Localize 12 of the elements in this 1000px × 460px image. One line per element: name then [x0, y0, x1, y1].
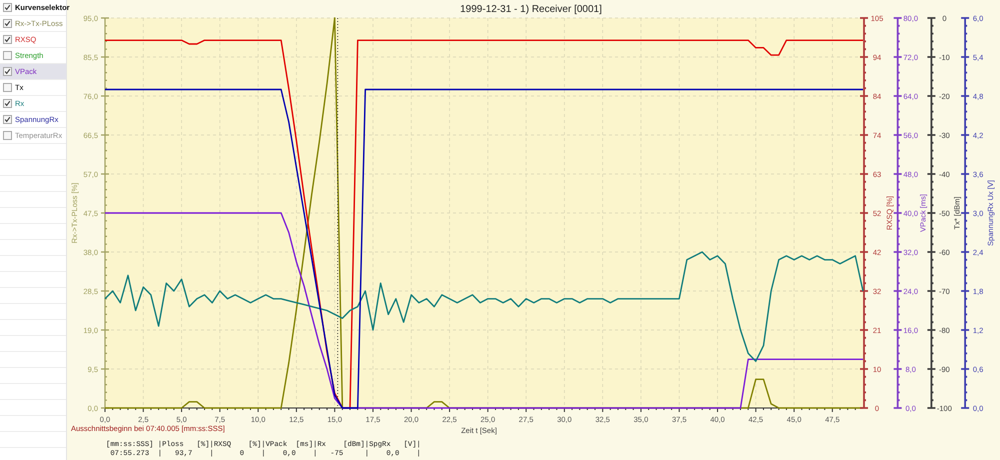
chart-title: 1999-12-31 - 1) Receiver [0001]	[460, 4, 602, 15]
checkbox[interactable]	[3, 83, 12, 92]
cursor-line[interactable]	[337, 18, 338, 408]
checkbox[interactable]	[3, 3, 12, 12]
check-icon	[4, 67, 11, 76]
checkbox[interactable]	[3, 67, 12, 76]
checkbox[interactable]	[3, 35, 12, 44]
checkbox[interactable]	[3, 99, 12, 108]
checkbox[interactable]	[3, 51, 12, 60]
checkbox[interactable]	[3, 131, 12, 140]
checkbox[interactable]	[3, 115, 12, 124]
checkbox[interactable]	[3, 19, 12, 28]
